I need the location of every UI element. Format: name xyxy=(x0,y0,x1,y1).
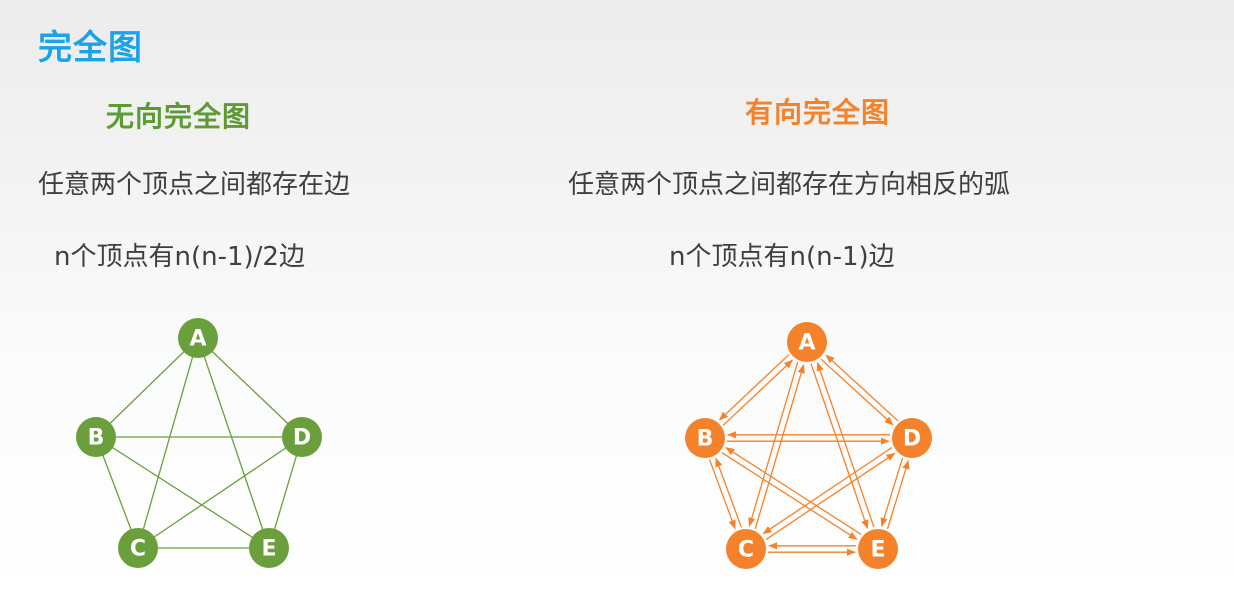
directed-arc-c-to-b xyxy=(715,457,743,528)
directed-node-b: B xyxy=(685,418,725,458)
undirected-node-d-label: D xyxy=(293,426,311,451)
directed-node-d: D xyxy=(892,418,932,458)
directed-arc-d-to-a xyxy=(825,354,899,422)
undirected-node-c-label: C xyxy=(130,537,146,562)
directed-arc-a-to-b xyxy=(718,354,790,421)
directed-arc-b-to-e xyxy=(721,452,858,540)
undirected-edge-a-c xyxy=(137,337,199,549)
undirected-edge-a-b xyxy=(95,337,199,438)
directed-node-a: A xyxy=(787,322,827,362)
undirected-node-e-label: E xyxy=(261,537,276,562)
directed-arc-c-to-a xyxy=(754,364,805,529)
undirected-complete-graph: A B C D E xyxy=(76,318,322,568)
directed-node-b-label: B xyxy=(697,427,714,452)
directed-node-a-label: A xyxy=(798,331,815,356)
directed-node-c: C xyxy=(726,529,766,569)
undirected-node-a-label: A xyxy=(189,327,206,352)
undirected-edge-a-e xyxy=(197,337,270,549)
undirected-node-b-label: B xyxy=(88,426,105,451)
directed-node-e: E xyxy=(858,529,898,569)
undirected-node-a: A xyxy=(178,318,218,358)
undirected-edge-a-d xyxy=(197,337,303,438)
directed-node-e-label: E xyxy=(870,538,885,563)
directed-arc-b-to-c xyxy=(708,459,736,530)
undirected-edge-b-e xyxy=(95,436,270,549)
directed-node-c-label: C xyxy=(738,538,754,563)
directed-arc-c-to-d xyxy=(765,452,896,540)
directed-node-d-label: D xyxy=(903,427,921,452)
undirected-node-e: E xyxy=(249,528,289,568)
directed-arc-a-to-c xyxy=(748,362,799,527)
directed-complete-graph: A B C D E xyxy=(685,322,932,569)
graph-canvas: A B C D E A B C D E xyxy=(76,318,932,569)
undirected-node-d: D xyxy=(282,417,322,457)
directed-arc-a-to-d xyxy=(820,358,894,426)
directed-arc-e-to-a xyxy=(816,361,875,528)
undirected-node-c: C xyxy=(118,528,158,568)
undirected-node-b: B xyxy=(76,417,116,457)
